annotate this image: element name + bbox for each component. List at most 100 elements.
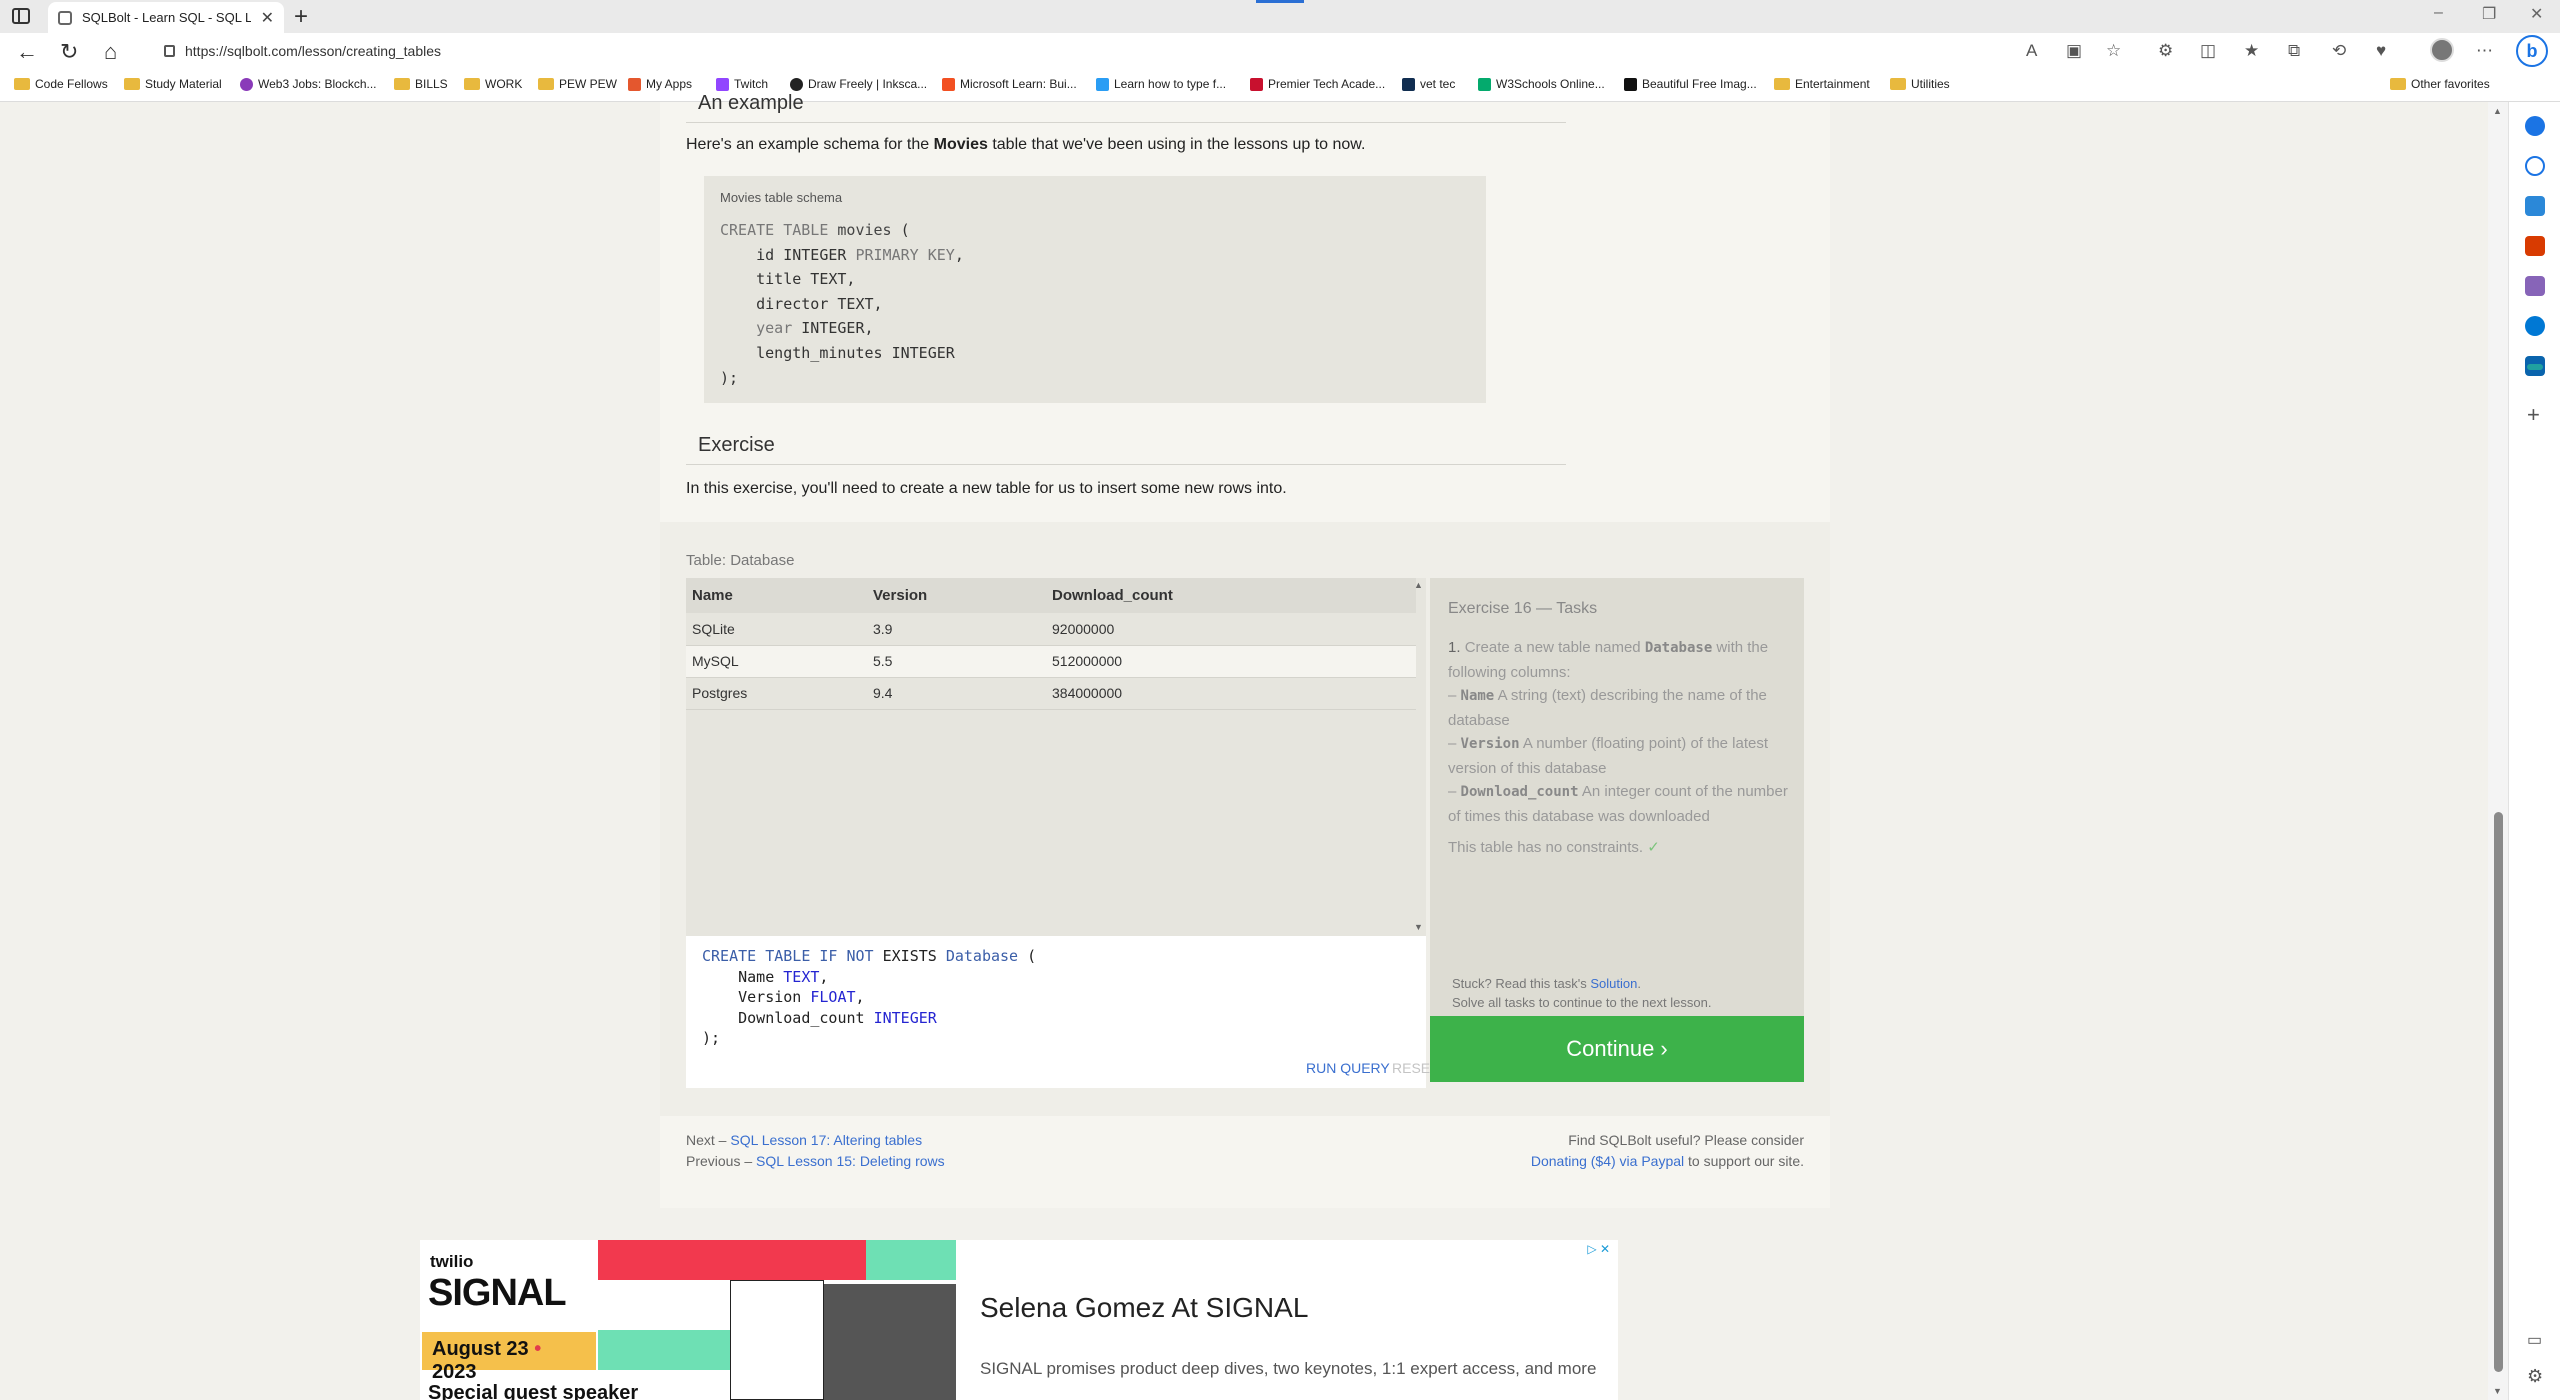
ad-photo	[824, 1284, 956, 1400]
page-scrollbar[interactable]: ▲ ▼	[2488, 102, 2508, 1400]
bookmark-item[interactable]: PEW PEW	[538, 77, 617, 91]
task-column: – Name A string (text) describing the na…	[1448, 687, 1767, 729]
table-cell: 384000000	[1046, 677, 1416, 710]
games-icon[interactable]	[2525, 276, 2545, 296]
split-screen-icon[interactable]: ◫	[2200, 41, 2216, 61]
exercise-widget: Table: Database Name Version Download_co…	[660, 522, 1830, 1116]
bookmark-item[interactable]: Entertainment	[1774, 77, 1870, 91]
scroll-down-icon[interactable]: ▼	[1414, 922, 1423, 932]
folder-icon	[2390, 78, 2406, 90]
home-icon[interactable]: ⌂	[104, 39, 117, 65]
solution-link[interactable]: Solution	[1590, 976, 1637, 991]
tab-actions-icon[interactable]	[12, 8, 30, 24]
shield-icon	[1250, 77, 1263, 91]
restore-icon[interactable]: ❐	[2482, 4, 2496, 24]
table-header: Version	[867, 578, 1046, 613]
bookmark-item[interactable]: WORK	[464, 77, 522, 91]
bookmark-item[interactable]: Draw Freely | Inksca...	[790, 77, 927, 91]
previous-lesson-link[interactable]: SQL Lesson 15: Deleting rows	[756, 1153, 945, 1169]
bookmark-item[interactable]: Twitch	[716, 77, 768, 91]
adchoices-icon[interactable]: ▷ ✕	[1587, 1242, 1610, 1256]
scroll-down-icon[interactable]: ▼	[2493, 1386, 2502, 1396]
bing-chat-icon[interactable]: b	[2516, 35, 2548, 67]
read-aloud-icon[interactable]: A	[2026, 41, 2037, 61]
search-icon[interactable]	[2525, 156, 2545, 176]
favorites-icon[interactable]: ★	[2244, 41, 2259, 61]
extensions-icon[interactable]: ⚙	[2158, 41, 2173, 61]
continue-button[interactable]: Continue ›	[1430, 1016, 1804, 1082]
new-tab-icon[interactable]: +	[294, 3, 308, 31]
bookmark-item[interactable]: Beautiful Free Imag...	[1624, 77, 1757, 91]
run-query-button[interactable]: RUN QUERY	[1306, 1060, 1390, 1076]
table-header-row: Name Version Download_count	[686, 578, 1416, 613]
divider	[686, 122, 1566, 123]
task-constraints: This table has no constraints. ✓	[1448, 839, 1660, 856]
more-menu-icon[interactable]: ⋯	[2476, 41, 2493, 61]
ad-banner[interactable]: twilio SIGNAL August 23 • 2023 Special g…	[420, 1240, 1618, 1400]
signal-logo: SIGNAL	[428, 1272, 567, 1314]
typing-icon	[1096, 77, 1109, 91]
web3-icon	[240, 77, 253, 91]
app-available-icon[interactable]: ▣	[2066, 41, 2082, 61]
drag-indicator	[1256, 0, 1304, 3]
tab-sqlbolt[interactable]: SQLBolt - Learn SQL - SQL Lesson ✕	[48, 2, 284, 33]
table-row: MySQL 5.5 512000000	[686, 645, 1416, 678]
tab-title: SQLBolt - Learn SQL - SQL Lesson	[82, 10, 251, 25]
bookmark-item[interactable]: My Apps	[628, 77, 692, 91]
bookmark-item[interactable]: Microsoft Learn: Bui...	[942, 77, 1077, 91]
lesson-content: An example Here's an example schema for …	[660, 92, 1830, 1208]
table-header: Download_count	[1046, 578, 1416, 613]
back-icon[interactable]: ←	[16, 39, 38, 65]
task-column: – Version A number (floating point) of t…	[1448, 735, 1769, 777]
minimize-icon[interactable]: –	[2434, 4, 2443, 22]
window-close-icon[interactable]: ✕	[2530, 4, 2543, 24]
bookmark-item[interactable]: Code Fellows	[14, 77, 108, 91]
bookmark-item[interactable]: Utilities	[1890, 77, 1950, 91]
inkscape-icon	[790, 77, 803, 91]
tools-icon[interactable]	[2525, 236, 2545, 256]
refresh-icon[interactable]: ↻	[60, 39, 78, 65]
donate-link[interactable]: Donating ($4) via Paypal	[1531, 1153, 1684, 1169]
folder-icon	[1774, 78, 1790, 90]
drop-icon[interactable]	[2527, 364, 2543, 370]
add-icon[interactable]: +	[2527, 402, 2540, 428]
lock-icon[interactable]	[164, 45, 175, 57]
w3schools-icon	[1478, 77, 1491, 91]
table-label: Table: Database	[686, 552, 795, 569]
ad-headline[interactable]: Selena Gomez At SIGNAL	[980, 1292, 1308, 1324]
shopping-icon[interactable]	[2525, 196, 2545, 216]
bookmark-item[interactable]: Premier Tech Acade...	[1250, 77, 1385, 91]
bookmark-item[interactable]: Learn how to type f...	[1096, 77, 1226, 91]
bookmark-item[interactable]: vet tec	[1402, 77, 1455, 91]
close-icon[interactable]: ✕	[261, 8, 274, 28]
collections-icon[interactable]: ⧉	[2288, 41, 2300, 61]
ad-special-guest: Special guest speaker	[428, 1382, 639, 1400]
scrollbar-thumb[interactable]	[2494, 812, 2503, 1372]
scroll-up-icon[interactable]: ▲	[2493, 106, 2502, 116]
url-text[interactable]: https://sqlbolt.com/lesson/creating_tabl…	[185, 43, 441, 59]
sidebar-toggle-icon[interactable]: ▭	[2527, 1330, 2542, 1350]
table-scrollbar[interactable]: ▲ ▼	[1412, 578, 1426, 936]
bookmark-item[interactable]: Study Material	[124, 77, 222, 91]
microsoft365-icon[interactable]	[2525, 316, 2545, 336]
next-lesson-link[interactable]: SQL Lesson 17: Altering tables	[730, 1132, 922, 1148]
settings-gear-icon[interactable]: ⚙	[2527, 1366, 2543, 1387]
bookmark-item[interactable]: Web3 Jobs: Blockch...	[240, 77, 377, 91]
other-favorites[interactable]: Other favorites	[2390, 77, 2490, 91]
table-cell: 92000000	[1046, 613, 1416, 646]
ad-date: August 23 • 2023	[422, 1332, 596, 1383]
bookmark-item[interactable]: BILLS	[394, 77, 448, 91]
address-bar[interactable]: https://sqlbolt.com/lesson/creating_tabl…	[150, 37, 2030, 65]
scroll-up-icon[interactable]: ▲	[1414, 580, 1423, 590]
ad-shape	[598, 1240, 866, 1280]
history-icon[interactable]: ⟲	[2332, 41, 2346, 61]
sql-query-text[interactable]: CREATE TABLE IF NOT EXISTS Database ( Na…	[702, 946, 1036, 1049]
favorite-star-icon[interactable]: ☆	[2106, 41, 2121, 61]
performance-icon[interactable]: ♥	[2376, 41, 2386, 61]
folder-icon	[1890, 78, 1906, 90]
notification-bell-icon[interactable]	[2525, 116, 2545, 136]
sql-editor[interactable]: CREATE TABLE IF NOT EXISTS Database ( Na…	[686, 936, 1439, 1088]
profile-avatar[interactable]	[2430, 38, 2454, 62]
result-table-panel[interactable]: Name Version Download_count SQLite 3.9 9…	[686, 578, 1426, 936]
bookmark-item[interactable]: W3Schools Online...	[1478, 77, 1605, 91]
